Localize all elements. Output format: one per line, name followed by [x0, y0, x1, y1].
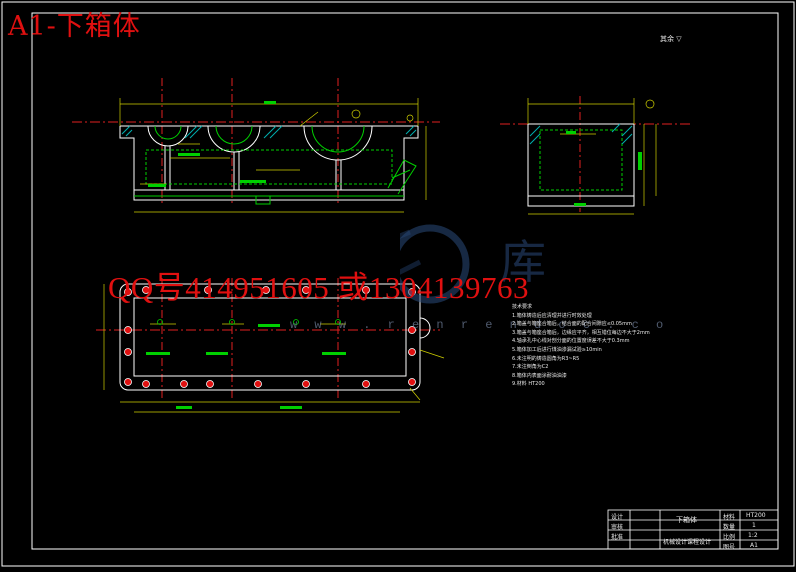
tb-label-material: 材料	[723, 514, 736, 521]
drawing-sheet: 库 w w w . r e n r e n d o c . c o A1-下箱体…	[0, 0, 796, 568]
note-item: 5.箱体加工后进行煤油渗漏试验≥10min	[512, 346, 602, 353]
tb-label-drawing-no: 图号	[723, 544, 736, 551]
tb-left-row: 批准	[611, 534, 624, 541]
tb-label-scale: 比例	[723, 534, 736, 541]
contact-watermark: QQ号414951605 或1304139763	[108, 270, 530, 305]
surface-finish-note: 其余 ▽	[660, 35, 682, 43]
front-view	[72, 78, 440, 213]
part-name: 下箱体	[676, 516, 697, 524]
note-item: 8.箱体内表面涂耐油油漆	[512, 372, 567, 379]
scale-value: 1:2	[748, 532, 758, 539]
note-item: 1.箱体铸造后应清理并进行时效处理	[512, 312, 592, 319]
note-item: 6.未注明的铸造圆角为R3~R5	[512, 355, 580, 362]
tb-label-quantity: 数量	[723, 524, 736, 531]
note-item: 3.箱盖与箱座合箱后，边缘应平齐，相互错位每边不大于2mm	[512, 329, 650, 336]
note-item: 9.材料 HT200	[512, 381, 545, 388]
organization: 机械设计课程设计	[663, 539, 712, 546]
sheet-size-value: A1	[750, 542, 758, 549]
note-item: 7.未注倒角为C2	[512, 364, 549, 371]
note-item: 4.轴承孔中心线对剖分面的位置度误差不大于0.3mm	[512, 338, 630, 345]
quantity-value: 1	[752, 522, 756, 529]
note-item: 2.箱盖与箱座合箱后，结合面的配合间隙应≤0.05mm	[512, 321, 632, 328]
drawing-title: A1-下箱体	[8, 11, 141, 42]
tb-left-row: 设计	[611, 514, 624, 521]
technical-requirements: 技术要求 1.箱体铸造后应清理并进行时效处理 2.箱盖与箱座合箱后，结合面的配合…	[512, 303, 650, 389]
material-value: HT200	[746, 512, 766, 519]
tb-left-row: 审核	[611, 524, 624, 531]
side-view	[500, 96, 690, 215]
notes-heading: 技术要求	[512, 304, 533, 310]
